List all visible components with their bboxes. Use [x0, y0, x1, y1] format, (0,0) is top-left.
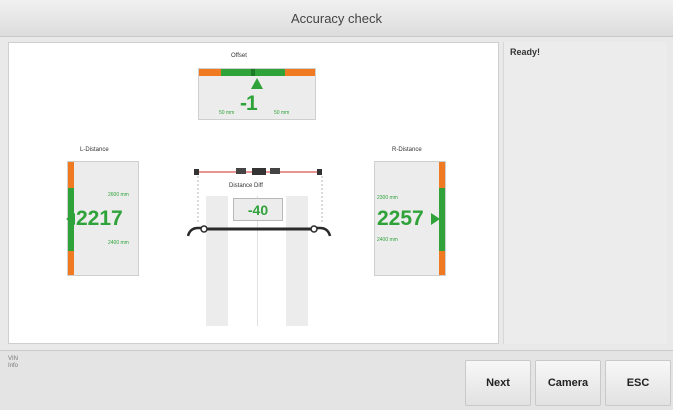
status-panel: Ready! [503, 42, 667, 344]
right-wheel-clamp-icon [310, 225, 332, 237]
right-arrow-icon [431, 213, 440, 225]
offset-right-limit: 50 mm [274, 110, 290, 116]
wheel-clamp-rail-icon [204, 227, 312, 231]
left-upper-limit: 2600 mm [108, 192, 129, 198]
left-lower-limit: 2400 mm [108, 240, 129, 246]
right-distance-gauge: 2300 mm 2257 2400 mm [374, 161, 446, 276]
info-line-1: VIN [8, 356, 19, 362]
offset-gauge: 50 mm -1 50 mm [198, 68, 316, 120]
left-distance-gauge: 2600 mm 2217 2400 mm [66, 161, 139, 276]
title-bar: Accuracy check [0, 0, 673, 37]
right-distance-label: R-Distance [392, 147, 422, 153]
info-area: VIN Info [8, 356, 18, 370]
status-text: Ready! [510, 47, 541, 57]
left-arrow-icon [66, 213, 75, 225]
camera-button[interactable]: Camera [535, 360, 601, 406]
info-line-2: Info [8, 363, 19, 369]
left-distance-label: L-Distance [80, 147, 109, 153]
next-button[interactable]: Next [465, 360, 531, 406]
offset-value: -1 [240, 92, 258, 115]
camera-beam-icon [194, 168, 322, 175]
up-arrow-icon [251, 78, 263, 89]
distance-diff-label: Distance Diff [229, 183, 263, 189]
offset-label: Offset [231, 53, 247, 59]
left-wheel-clamp-icon [186, 225, 208, 237]
left-distance-value: 2217 [76, 207, 123, 230]
window-title: Accuracy check [290, 10, 383, 26]
right-distance-value: 2257 [377, 207, 424, 230]
offset-left-limit: 50 mm [219, 110, 235, 116]
right-lower-limit: 2400 mm [377, 237, 398, 243]
offset-tolerance-bar [199, 69, 315, 76]
distance-diff-value: -40 [233, 198, 283, 221]
esc-button[interactable]: ESC [605, 360, 671, 406]
right-upper-limit: 2300 mm [377, 195, 398, 201]
